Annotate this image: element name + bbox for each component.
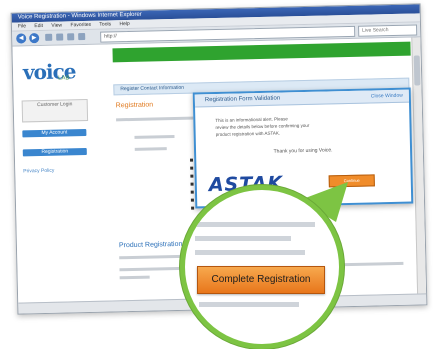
text-line [119,266,190,272]
menu-edit[interactable]: Edit [34,23,43,29]
search-input[interactable]: Live Search [358,24,418,37]
home-icon[interactable] [67,33,75,41]
complete-registration-button[interactable]: Complete Registration [197,266,325,294]
menu-help[interactable]: Help [119,21,129,27]
continue-button[interactable]: Continue [328,174,375,188]
text-line [134,147,167,151]
back-icon[interactable]: ◀ [16,33,27,44]
forward-icon[interactable]: ▶ [29,33,40,44]
zoomed-text-line [195,236,291,241]
privacy-link[interactable]: Privacy Policy [23,168,54,175]
list-bullet [189,158,194,162]
favorites-icon[interactable] [78,33,86,41]
menu-view[interactable]: View [51,23,62,29]
menu-tools[interactable]: Tools [99,21,111,27]
logo-subtitle: LAB [58,75,70,82]
sidebar-item-my-account[interactable]: My Account [22,129,87,138]
text-line [119,275,150,280]
dialog-line: review the details below before confirmi… [215,122,310,130]
list-bullet [190,166,194,170]
sidebar-item-registration[interactable]: Registration [22,147,87,157]
magnifier-callout: Complete Registration [180,185,344,349]
dialog-title: Registration Form Validation [204,95,281,104]
stop-icon[interactable] [56,33,64,41]
zoomed-text-line [195,222,315,227]
dialog-header: Registration Form Validation Close Windo… [194,89,409,108]
menu-favorites[interactable]: Favorites [70,22,91,28]
dialog-line: product registration with ASTAK. [215,130,281,137]
zoomed-text-line [199,302,299,307]
page-title: Registration [115,101,154,110]
list-bullet [191,206,195,210]
dialog-line: This is an informational alert. Please [215,116,288,123]
menu-file[interactable]: File [18,23,26,29]
list-bullet [190,182,194,186]
text-line [116,116,197,122]
zoomed-text-line [195,250,305,255]
list-bullet [190,198,194,202]
section-title: Product Registration [118,240,183,250]
scroll-thumb[interactable] [413,55,421,86]
refresh-icon[interactable] [45,33,53,41]
close-window-link[interactable]: Close Window [371,90,403,103]
text-line [134,135,175,139]
dialog-thanks: Thank you for using Voice. [273,147,333,155]
registration-dialog: Registration Form Validation Close Windo… [192,87,414,209]
login-box[interactable]: Customer Login [21,98,89,123]
header-banner [112,41,411,63]
list-bullet [190,174,194,178]
list-bullet [190,190,194,194]
